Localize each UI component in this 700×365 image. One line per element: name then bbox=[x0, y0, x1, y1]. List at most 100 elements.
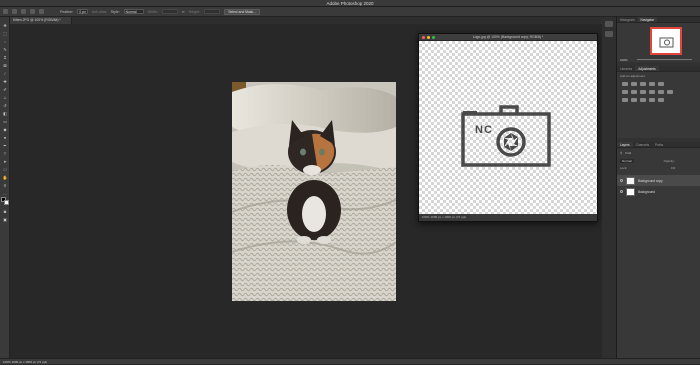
dodge-tool-icon[interactable]: ● bbox=[2, 135, 8, 140]
collapsed-panel-strip bbox=[602, 17, 616, 358]
gradient-tool-icon[interactable]: ▭ bbox=[2, 119, 8, 124]
tab-adjustments[interactable]: Adjustments bbox=[635, 66, 659, 71]
style-select[interactable]: Normal bbox=[123, 9, 144, 14]
curves-icon[interactable] bbox=[640, 82, 646, 86]
width-input[interactable] bbox=[161, 9, 178, 14]
title-bar: Adobe Photoshop 2020 bbox=[0, 0, 700, 7]
filter-kind-select[interactable]: Kind bbox=[625, 151, 631, 155]
levels-icon[interactable] bbox=[631, 82, 637, 86]
home-icon[interactable] bbox=[3, 9, 8, 14]
history-icon[interactable] bbox=[605, 31, 613, 37]
lock-label: Lock: bbox=[620, 166, 628, 170]
frame-tool-icon[interactable]: ⊠ bbox=[2, 63, 8, 68]
more-tools-icon[interactable]: … bbox=[2, 191, 8, 196]
healing-brush-icon[interactable]: ✚ bbox=[2, 79, 8, 84]
logo-text: NC bbox=[475, 124, 493, 136]
blur-tool-icon[interactable]: ◆ bbox=[2, 127, 8, 132]
width-label: Width: bbox=[147, 9, 158, 14]
navigator-zoom-label: 100% bbox=[620, 58, 628, 62]
camera-flash bbox=[463, 111, 477, 115]
quick-select-tool-icon[interactable]: ✎ bbox=[2, 47, 8, 52]
search-icon: ⚲ bbox=[620, 151, 623, 155]
tab-layers[interactable]: Layers bbox=[617, 142, 633, 147]
feather-input[interactable]: 0 px bbox=[77, 9, 88, 14]
navigator-zoom-slider[interactable] bbox=[637, 59, 692, 60]
camera-logo: NC bbox=[461, 105, 551, 167]
vibrance-icon[interactable] bbox=[658, 82, 664, 86]
eyedropper-tool-icon[interactable]: ⁄ bbox=[2, 71, 8, 76]
camera-lens-outline bbox=[496, 127, 526, 157]
screen-mode-icon[interactable]: ▣ bbox=[2, 217, 8, 222]
channel-mixer-icon[interactable] bbox=[658, 90, 664, 94]
kitten-photo[interactable] bbox=[232, 82, 396, 301]
crop-tool-icon[interactable]: ⌗ bbox=[2, 55, 8, 60]
tab-libraries[interactable]: Libraries bbox=[617, 66, 635, 71]
options-bar: Feather: 0 px Anti-alias Style: Normal W… bbox=[0, 7, 700, 17]
layer-name[interactable]: Background bbox=[638, 190, 655, 194]
color-lookup-icon[interactable] bbox=[667, 90, 673, 94]
status-bar: 100% 1000 px x 1500 px (72 ppi) bbox=[0, 358, 700, 364]
history-brush-icon[interactable]: ↺ bbox=[2, 103, 8, 108]
swap-icon[interactable]: ⇄ bbox=[182, 10, 185, 14]
type-tool-icon[interactable]: T bbox=[2, 151, 8, 156]
visibility-eye-icon[interactable] bbox=[620, 179, 623, 182]
camera-aperture-icon bbox=[504, 133, 518, 151]
marquee-tool-icon[interactable] bbox=[12, 9, 17, 14]
add-selection-icon[interactable] bbox=[30, 9, 35, 14]
hue-saturation-icon[interactable] bbox=[622, 90, 628, 94]
layer-name[interactable]: Background copy bbox=[638, 179, 663, 183]
document-status: 100% 1000 px x 1500 px (72 ppi) bbox=[3, 360, 48, 364]
quick-mask-icon[interactable]: ◙ bbox=[2, 209, 8, 214]
threshold-icon[interactable] bbox=[640, 98, 646, 102]
blend-mode-select[interactable]: Normal bbox=[620, 159, 634, 163]
new-selection-icon[interactable] bbox=[21, 9, 26, 14]
zoom-tool-icon[interactable]: ⚲ bbox=[2, 183, 8, 188]
path-select-icon[interactable]: ➤ bbox=[2, 159, 8, 164]
layer-row[interactable]: Background bbox=[617, 186, 700, 197]
tools-panel: ✥ ⬚ ◌ ✎ ⌗ ⊠ ⁄ ✚ ✐ ⊥ ↺ ◧ ▭ ◆ ● ✒ T ➤ □ ✋ … bbox=[0, 17, 10, 358]
pen-tool-icon[interactable]: ✒ bbox=[2, 143, 8, 148]
navigator-preview[interactable] bbox=[650, 27, 682, 55]
tab-histogram[interactable]: Histogram bbox=[617, 17, 638, 22]
move-tool-icon[interactable]: ✥ bbox=[2, 23, 8, 28]
tab-navigator[interactable]: Navigator bbox=[637, 17, 658, 22]
antialias-checkbox[interactable]: Anti-alias bbox=[92, 10, 107, 14]
clone-stamp-icon[interactable]: ⊥ bbox=[2, 95, 8, 100]
fill-label: Fill: bbox=[671, 166, 676, 170]
height-input[interactable] bbox=[204, 9, 221, 14]
properties-icon[interactable] bbox=[605, 21, 613, 27]
photo-filter-icon[interactable] bbox=[649, 90, 655, 94]
tab-channels[interactable]: Channels bbox=[633, 142, 652, 147]
brush-tool-icon[interactable]: ✐ bbox=[2, 87, 8, 92]
layers-panel: Layers Channels Paths ⚲ Kind Normal Opac… bbox=[617, 142, 700, 358]
hand-tool-icon[interactable]: ✋ bbox=[2, 175, 8, 180]
background-color-swatch[interactable] bbox=[4, 200, 9, 205]
app-title: Adobe Photoshop 2020 bbox=[326, 1, 374, 6]
document-tab-strip bbox=[10, 17, 616, 24]
rectangle-tool-icon[interactable]: □ bbox=[2, 167, 8, 172]
document-tab[interactable]: Kitten.JPG @ 100% (RGB/8#) * bbox=[10, 17, 72, 24]
navigator-camera-icon bbox=[659, 37, 674, 48]
gradient-map-icon[interactable] bbox=[649, 98, 655, 102]
black-white-icon[interactable] bbox=[640, 90, 646, 94]
logo-window-title: Logo.jpg @ 100% (Background copy, RGB/8)… bbox=[472, 35, 544, 39]
brightness-contrast-icon[interactable] bbox=[622, 82, 628, 86]
logo-document-window[interactable]: Logo.jpg @ 100% (Background copy, RGB/8)… bbox=[418, 33, 598, 222]
layer-row[interactable]: Background copy bbox=[617, 175, 700, 186]
color-balance-icon[interactable] bbox=[631, 90, 637, 94]
logo-window-status: 100% 1000 px x 1000 px (72 ppi) bbox=[419, 214, 597, 221]
eraser-tool-icon[interactable]: ◧ bbox=[2, 111, 8, 116]
subtract-selection-icon[interactable] bbox=[39, 9, 44, 14]
selective-color-icon[interactable] bbox=[658, 98, 664, 102]
posterize-icon[interactable] bbox=[631, 98, 637, 102]
transparent-canvas[interactable]: NC bbox=[419, 41, 597, 215]
layer-thumbnail bbox=[626, 187, 635, 196]
invert-icon[interactable] bbox=[622, 98, 628, 102]
tab-paths[interactable]: Paths bbox=[652, 142, 666, 147]
exposure-icon[interactable] bbox=[649, 82, 655, 86]
marquee-tool-icon[interactable]: ⬚ bbox=[2, 31, 8, 36]
logo-window-titlebar[interactable]: Logo.jpg @ 100% (Background copy, RGB/8)… bbox=[419, 34, 597, 41]
lasso-tool-icon[interactable]: ◌ bbox=[2, 39, 8, 44]
visibility-eye-icon[interactable] bbox=[620, 190, 623, 193]
select-and-mask-button[interactable]: Select and Mask... bbox=[224, 8, 261, 15]
